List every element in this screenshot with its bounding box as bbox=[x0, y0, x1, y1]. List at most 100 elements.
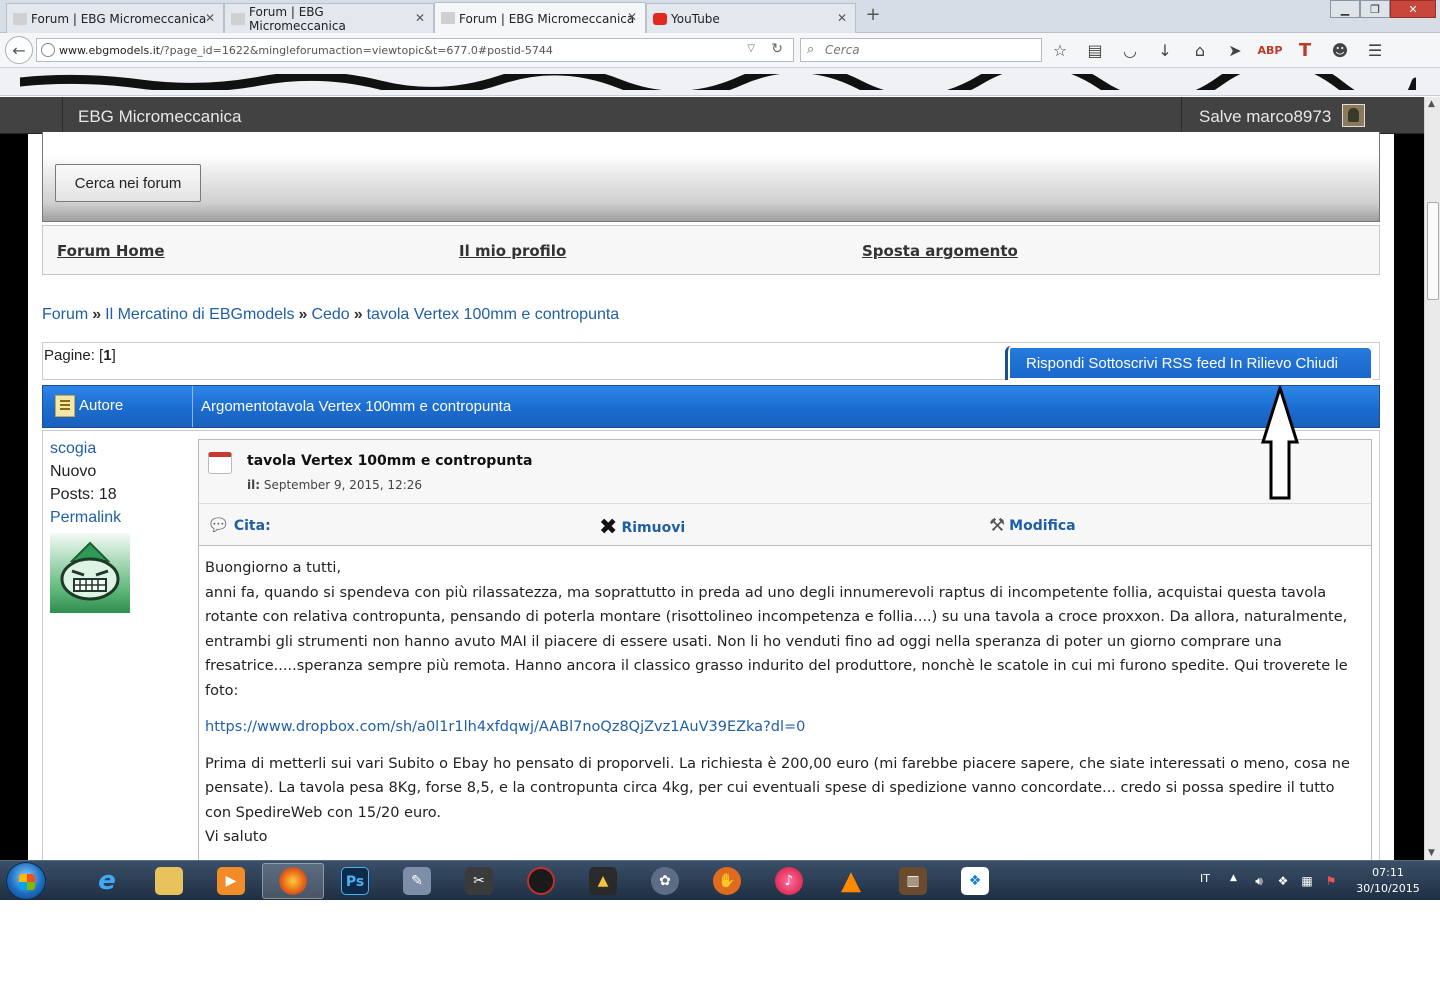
app-icon[interactable]: ▥ bbox=[882, 863, 944, 899]
subscribe-button[interactable]: Sottoscrivi bbox=[1088, 355, 1157, 372]
breadcrumb-topic[interactable]: tavola Vertex 100mm e contropunta bbox=[367, 306, 620, 323]
close-tab-icon[interactable]: ✕ bbox=[205, 11, 215, 25]
current-page[interactable]: 1 bbox=[103, 347, 111, 364]
volume-icon[interactable]: 🔊︎ bbox=[1252, 874, 1266, 888]
app-icon[interactable]: ✋ bbox=[696, 863, 758, 899]
photoshop-icon[interactable]: Ps bbox=[324, 863, 386, 899]
scroll-up-icon[interactable]: ▲ bbox=[1428, 99, 1435, 109]
reply-button[interactable]: Rispondi bbox=[1026, 355, 1084, 372]
itunes-icon[interactable]: ♪ bbox=[758, 863, 820, 899]
pocket-icon[interactable]: ◡ bbox=[1118, 39, 1142, 61]
user-avatar[interactable] bbox=[1342, 104, 1365, 127]
close-x-icon: ✖ bbox=[599, 515, 618, 540]
close-window-button[interactable]: ✕ bbox=[1390, 0, 1436, 18]
youtube-icon bbox=[653, 13, 667, 25]
media-player-icon[interactable]: ▶ bbox=[200, 863, 262, 899]
translate-icon[interactable]: T bbox=[1293, 39, 1317, 61]
maximize-button[interactable]: ❐ bbox=[1360, 0, 1390, 18]
user-greeting[interactable]: Salve marco8973 bbox=[1199, 107, 1331, 127]
breadcrumb-mercatino[interactable]: Il Mercatino di EBGmodels bbox=[105, 306, 294, 323]
start-button[interactable] bbox=[6, 862, 46, 900]
show-hidden-icons[interactable]: ▲ bbox=[1230, 873, 1237, 883]
author-name-link[interactable]: scogia bbox=[50, 440, 96, 458]
dropbox-tray-icon[interactable]: ❖ bbox=[1276, 874, 1290, 888]
url-path: /?page_id=1622&mingleforumaction=viewtop… bbox=[160, 43, 553, 57]
reload-icon[interactable]: ↻ bbox=[771, 41, 783, 57]
adblock-icon[interactable]: ABP bbox=[1258, 39, 1283, 61]
url-bar[interactable]: www.ebgmodels.it/?page_id=1622&minglefor… bbox=[36, 38, 794, 62]
file-explorer-icon[interactable] bbox=[138, 863, 200, 899]
close-tab-icon[interactable]: ✕ bbox=[627, 10, 637, 24]
chat-icon[interactable]: ☻ bbox=[1328, 39, 1352, 61]
pages-label: Pagine: bbox=[44, 347, 95, 364]
site-title[interactable]: EBG Micromeccanica bbox=[78, 107, 241, 127]
search-placeholder: Cerca bbox=[825, 43, 860, 57]
favicon-icon bbox=[231, 13, 245, 25]
globe-icon bbox=[41, 43, 55, 57]
move-topic-link[interactable]: Sposta argomento bbox=[862, 242, 1018, 260]
post-paragraph-2: Prima di metterli sui vari Subito o Ebay… bbox=[205, 755, 1350, 821]
browser-tab-youtube[interactable]: YouTube ✕ bbox=[646, 3, 856, 33]
app-icon[interactable] bbox=[510, 863, 572, 899]
windows-taskbar: e ▶ Ps ✎ ✂ ▲ ✿ ✋ ♪ ▲ ▥ ❖ IT ▲ 🔊︎ ❖ ▦ ⚑ 0… bbox=[0, 860, 1440, 900]
dropdown-icon[interactable]: ▽ bbox=[747, 43, 755, 54]
tab-label: Forum | EBG Micromeccanica bbox=[459, 11, 635, 26]
minimize-button[interactable]: ▁ bbox=[1330, 0, 1360, 18]
menu-icon[interactable]: ☰ bbox=[1363, 39, 1387, 61]
topic-header-bar: Autore Argomentotavola Vertex 100mm e co… bbox=[42, 385, 1380, 428]
reading-list-icon[interactable]: ▤ bbox=[1083, 39, 1107, 61]
new-tab-button[interactable]: + bbox=[862, 4, 884, 28]
app-icon[interactable]: ✂ bbox=[448, 863, 510, 899]
app-icon[interactable]: ✿ bbox=[634, 863, 696, 899]
network-icon[interactable]: ▦ bbox=[1300, 874, 1314, 888]
rss-feed-button[interactable]: RSS feed bbox=[1162, 355, 1226, 372]
dropbox-link[interactable]: https://www.dropbox.com/sh/a0l1r1lh4xfdq… bbox=[205, 719, 805, 735]
app-icon[interactable]: ▲ bbox=[572, 863, 634, 899]
vlc-icon[interactable]: ▲ bbox=[820, 863, 882, 899]
permalink-link[interactable]: Permalink bbox=[50, 509, 121, 527]
post-author: scogia Nuovo Posts: 18 Permalink bbox=[43, 431, 193, 860]
back-button[interactable]: ← bbox=[5, 36, 33, 64]
close-tab-icon[interactable]: ✕ bbox=[415, 11, 425, 25]
clock[interactable]: 07:11 30/10/2015 bbox=[1340, 865, 1436, 897]
post-greeting: Buongiorno a tutti, bbox=[205, 560, 342, 576]
quote-button[interactable]: 💬︎ Cita: bbox=[207, 515, 271, 536]
scrollbar-thumb[interactable] bbox=[1427, 202, 1439, 300]
calendar-icon bbox=[208, 452, 232, 474]
send-icon[interactable]: ➤ bbox=[1223, 39, 1247, 61]
browser-tab-3[interactable]: Forum | EBG Micromeccanica ✕ bbox=[434, 2, 646, 34]
remove-label: Rimuovi bbox=[621, 519, 686, 536]
my-profile-link[interactable]: Il mio profilo bbox=[459, 242, 566, 260]
internet-explorer-icon[interactable]: e bbox=[76, 863, 138, 899]
search-bar[interactable]: ⌕ Cerca bbox=[800, 38, 1042, 62]
pager-bar: Pagine: [1] Rispondi Sottoscrivi RSS fee… bbox=[42, 342, 1380, 380]
bookmark-star-icon[interactable]: ☆ bbox=[1048, 39, 1072, 61]
window-controls: ▁ ❐ ✕ bbox=[1330, 0, 1436, 18]
forum-home-link[interactable]: Forum Home bbox=[57, 242, 165, 260]
post-paragraph-1: anni fa, quando si spendeva con più rila… bbox=[205, 584, 1348, 699]
forum-search-input[interactable] bbox=[53, 132, 269, 154]
home-icon[interactable]: ⌂ bbox=[1188, 39, 1212, 61]
sticky-button[interactable]: In Rilievo bbox=[1230, 355, 1292, 372]
note-icon bbox=[55, 395, 75, 417]
scroll-down-icon[interactable]: ▼ bbox=[1428, 848, 1435, 858]
post-title: tavola Vertex 100mm e contropunta bbox=[247, 453, 533, 469]
dropbox-icon[interactable]: ❖ bbox=[944, 863, 1006, 899]
firefox-icon[interactable] bbox=[262, 863, 324, 899]
browser-tab-1[interactable]: Forum | EBG Micromeccanica ✕ bbox=[6, 3, 224, 33]
forum-search-button[interactable]: Cerca nei forum bbox=[55, 164, 201, 202]
breadcrumb-cedo[interactable]: Cedo bbox=[311, 306, 349, 323]
breadcrumb-forum[interactable]: Forum bbox=[42, 306, 88, 323]
action-center-icon[interactable]: ⚑ bbox=[1324, 874, 1338, 888]
browser-tab-2[interactable]: Forum | EBG Micromeccanica ✕ bbox=[224, 3, 434, 33]
close-tab-icon[interactable]: ✕ bbox=[837, 11, 847, 25]
close-topic-button[interactable]: Chiudi bbox=[1295, 355, 1338, 372]
breadcrumb: Forum» Il Mercatino di EBGmodels» Cedo» tav… bbox=[42, 306, 619, 324]
vertical-scrollbar[interactable]: ▲ ▼ bbox=[1424, 97, 1440, 860]
edit-button[interactable]: ⚒ Modifica bbox=[989, 515, 1076, 536]
download-icon[interactable]: ↓ bbox=[1153, 39, 1177, 61]
app-icon[interactable]: ✎ bbox=[386, 863, 448, 899]
post-row: scogia Nuovo Posts: 18 Permalink tavola … bbox=[42, 430, 1380, 860]
remove-button[interactable]: ✖ Rimuovi bbox=[599, 515, 685, 540]
language-indicator[interactable]: IT bbox=[1200, 872, 1210, 885]
